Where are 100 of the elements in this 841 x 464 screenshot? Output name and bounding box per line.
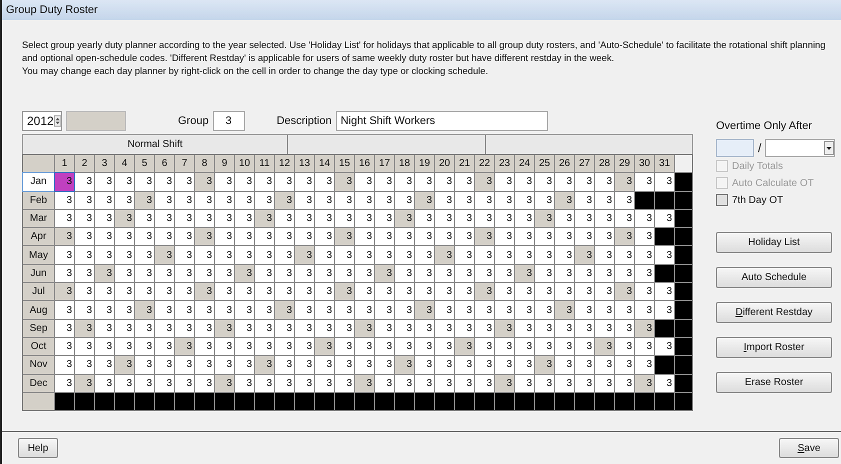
table-cell[interactable]: 3	[235, 283, 254, 300]
table-cell[interactable]: 3	[355, 210, 374, 228]
table-cell[interactable]: 3	[615, 246, 634, 264]
table-cell[interactable]: 3	[295, 228, 314, 246]
row-header[interactable]: Jan	[23, 173, 54, 191]
checkbox[interactable]	[716, 194, 728, 206]
table-cell[interactable]: 3	[175, 301, 194, 319]
table-cell[interactable]: 3	[195, 192, 214, 209]
table-cell[interactable]: 3	[95, 173, 114, 191]
table-cell[interactable]: 3	[75, 356, 94, 374]
save-button[interactable]: Save	[779, 438, 839, 458]
table-cell[interactable]: 3	[455, 192, 474, 209]
table-cell[interactable]: 3	[195, 301, 214, 319]
table-cell[interactable]: 3	[515, 374, 534, 392]
table-cell[interactable]: 3	[115, 192, 134, 209]
table-cell[interactable]: 3	[315, 356, 334, 374]
table-cell[interactable]: 3	[435, 283, 454, 300]
table-cell[interactable]: 3	[275, 374, 294, 392]
group-field[interactable]: 3	[212, 111, 245, 131]
table-cell[interactable]: 3	[215, 228, 234, 246]
table-cell[interactable]: 3	[275, 320, 294, 337]
table-cell[interactable]: 3	[635, 228, 654, 246]
table-cell[interactable]: 3	[75, 374, 94, 392]
table-cell[interactable]: 3	[455, 283, 474, 300]
table-cell[interactable]: 3	[155, 192, 174, 209]
table-cell[interactable]: 3	[415, 210, 434, 228]
table-cell[interactable]: 3	[635, 246, 654, 264]
table-cell[interactable]: 3	[395, 301, 414, 319]
table-cell[interactable]: 3	[515, 283, 534, 300]
table-cell[interactable]: 3	[235, 210, 254, 228]
table-cell[interactable]: 3	[115, 356, 134, 374]
table-cell[interactable]: 3	[335, 246, 354, 264]
row-header[interactable]: Sep	[23, 320, 54, 337]
table-cell[interactable]: 3	[635, 338, 654, 356]
table-cell[interactable]: 3	[55, 374, 74, 392]
table-cell[interactable]: 3	[335, 301, 354, 319]
table-cell[interactable]: 3	[435, 356, 454, 374]
table-cell[interactable]: 3	[195, 246, 214, 264]
table-cell[interactable]: 3	[475, 301, 494, 319]
table-cell[interactable]: 3	[515, 338, 534, 356]
table-cell[interactable]: 3	[115, 173, 134, 191]
table-cell[interactable]: 3	[235, 338, 254, 356]
table-cell[interactable]: 3	[595, 374, 614, 392]
table-cell[interactable]: 3	[195, 173, 214, 191]
table-cell[interactable]: 3	[455, 320, 474, 337]
table-cell[interactable]: 3	[95, 320, 114, 337]
table-cell[interactable]: 3	[135, 210, 154, 228]
table-cell[interactable]: 3	[595, 173, 614, 191]
table-cell[interactable]: 3	[175, 228, 194, 246]
table-cell[interactable]: 3	[55, 264, 74, 282]
table-cell[interactable]: 3	[495, 374, 514, 392]
table-cell[interactable]: 3	[475, 264, 494, 282]
table-cell[interactable]: 3	[615, 320, 634, 337]
table-cell[interactable]: 3	[375, 192, 394, 209]
table-cell[interactable]: 3	[215, 320, 234, 337]
table-cell[interactable]: 3	[95, 210, 114, 228]
table-cell[interactable]: 3	[455, 264, 474, 282]
table-cell[interactable]: 3	[515, 192, 534, 209]
table-cell[interactable]: 3	[435, 173, 454, 191]
table-cell[interactable]: 3	[595, 320, 614, 337]
table-cell[interactable]: 3	[295, 320, 314, 337]
table-cell[interactable]: 3	[535, 320, 554, 337]
table-cell[interactable]: 3	[95, 356, 114, 374]
table-cell[interactable]: 3	[555, 192, 574, 209]
table-cell[interactable]: 3	[555, 246, 574, 264]
table-cell[interactable]: 3	[495, 192, 514, 209]
table-cell[interactable]: 3	[135, 374, 154, 392]
table-cell[interactable]: 3	[255, 283, 274, 300]
table-cell[interactable]: 3	[595, 356, 614, 374]
table-cell[interactable]: 3	[235, 192, 254, 209]
table-cell[interactable]: 3	[495, 356, 514, 374]
table-cell[interactable]: 3	[395, 173, 414, 191]
table-cell[interactable]: 3	[55, 283, 74, 300]
table-cell[interactable]: 3	[115, 210, 134, 228]
table-cell[interactable]: 3	[555, 283, 574, 300]
table-cell[interactable]: 3	[135, 356, 154, 374]
table-cell[interactable]: 3	[215, 338, 234, 356]
table-cell[interactable]: 3	[275, 192, 294, 209]
table-cell[interactable]: 3	[315, 192, 334, 209]
table-cell[interactable]: 3	[295, 264, 314, 282]
table-cell[interactable]: 3	[615, 301, 634, 319]
table-cell[interactable]: 3	[415, 192, 434, 209]
table-cell[interactable]: 3	[655, 283, 674, 300]
table-cell[interactable]: 3	[655, 338, 674, 356]
table-cell[interactable]: 3	[215, 283, 234, 300]
table-cell[interactable]: 3	[235, 173, 254, 191]
table-cell[interactable]: 3	[315, 374, 334, 392]
table-cell[interactable]: 3	[115, 320, 134, 337]
table-cell[interactable]: 3	[55, 356, 74, 374]
table-cell[interactable]: 3	[235, 356, 254, 374]
table-cell[interactable]: 3	[495, 283, 514, 300]
table-cell[interactable]: 3	[335, 173, 354, 191]
table-cell[interactable]: 3	[415, 338, 434, 356]
help-button[interactable]: Help	[18, 438, 58, 458]
table-cell[interactable]: 3	[555, 301, 574, 319]
table-cell[interactable]: 3	[215, 356, 234, 374]
table-cell[interactable]: 3	[395, 210, 414, 228]
table-cell[interactable]: 3	[255, 374, 274, 392]
table-cell[interactable]: 3	[355, 320, 374, 337]
table-cell[interactable]: 3	[615, 192, 634, 209]
